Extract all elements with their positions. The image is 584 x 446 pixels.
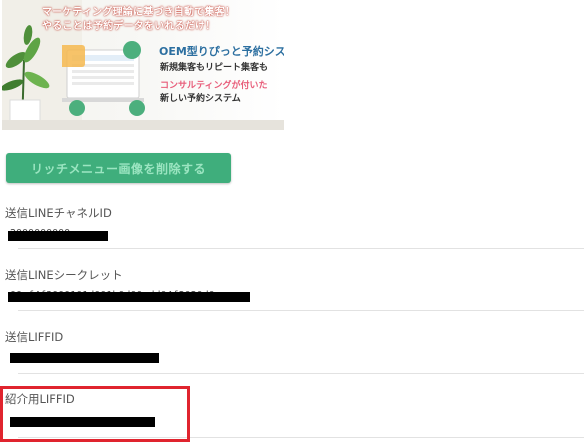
field-underline bbox=[18, 248, 584, 249]
banner-headline-2: やることは予約データをいれるだけ！ bbox=[42, 21, 216, 32]
delete-rich-menu-image-button[interactable]: リッチメニュー画像を削除する bbox=[6, 153, 231, 183]
liff-id-label: 送信LIFFID bbox=[5, 330, 64, 344]
rich-menu-banner-image: マーケティング理論に基づき自動で集客！ やることは予約データをいれるだけ！ OE… bbox=[2, 0, 284, 130]
banner-line-2: コンサルティングが付いた bbox=[160, 81, 268, 91]
redaction-bar bbox=[8, 231, 108, 241]
line-channel-id-field: 送信LINEチャネルID 2000000000 bbox=[0, 205, 584, 250]
banner-floor bbox=[2, 120, 284, 130]
liff-id-field: 送信LIFFID 2000200002-0rgJ0Dy bbox=[0, 329, 584, 374]
line-secret-label: 送信LINEシークレット bbox=[5, 268, 123, 282]
banner-line-3: 新しい予約システム bbox=[160, 94, 241, 104]
field-underline bbox=[18, 373, 584, 374]
banner-headline-1: マーケティング理論に基づき自動で集客！ bbox=[42, 7, 235, 18]
laptop-illustration bbox=[62, 41, 145, 116]
line-channel-id-label: 送信LINEチャネルID bbox=[5, 206, 112, 220]
highlight-box bbox=[0, 386, 190, 442]
redaction-bar bbox=[10, 353, 159, 363]
line-secret-field: 送信LINEシークレット 00cf4f3000101d001b0d00add04… bbox=[0, 267, 584, 312]
field-underline bbox=[18, 310, 584, 311]
banner-tagline: OEM型りぴっと予約システ bbox=[159, 45, 284, 58]
redaction-bar bbox=[8, 292, 250, 302]
banner-line-1: 新規集客もリピート集客も bbox=[160, 63, 269, 73]
